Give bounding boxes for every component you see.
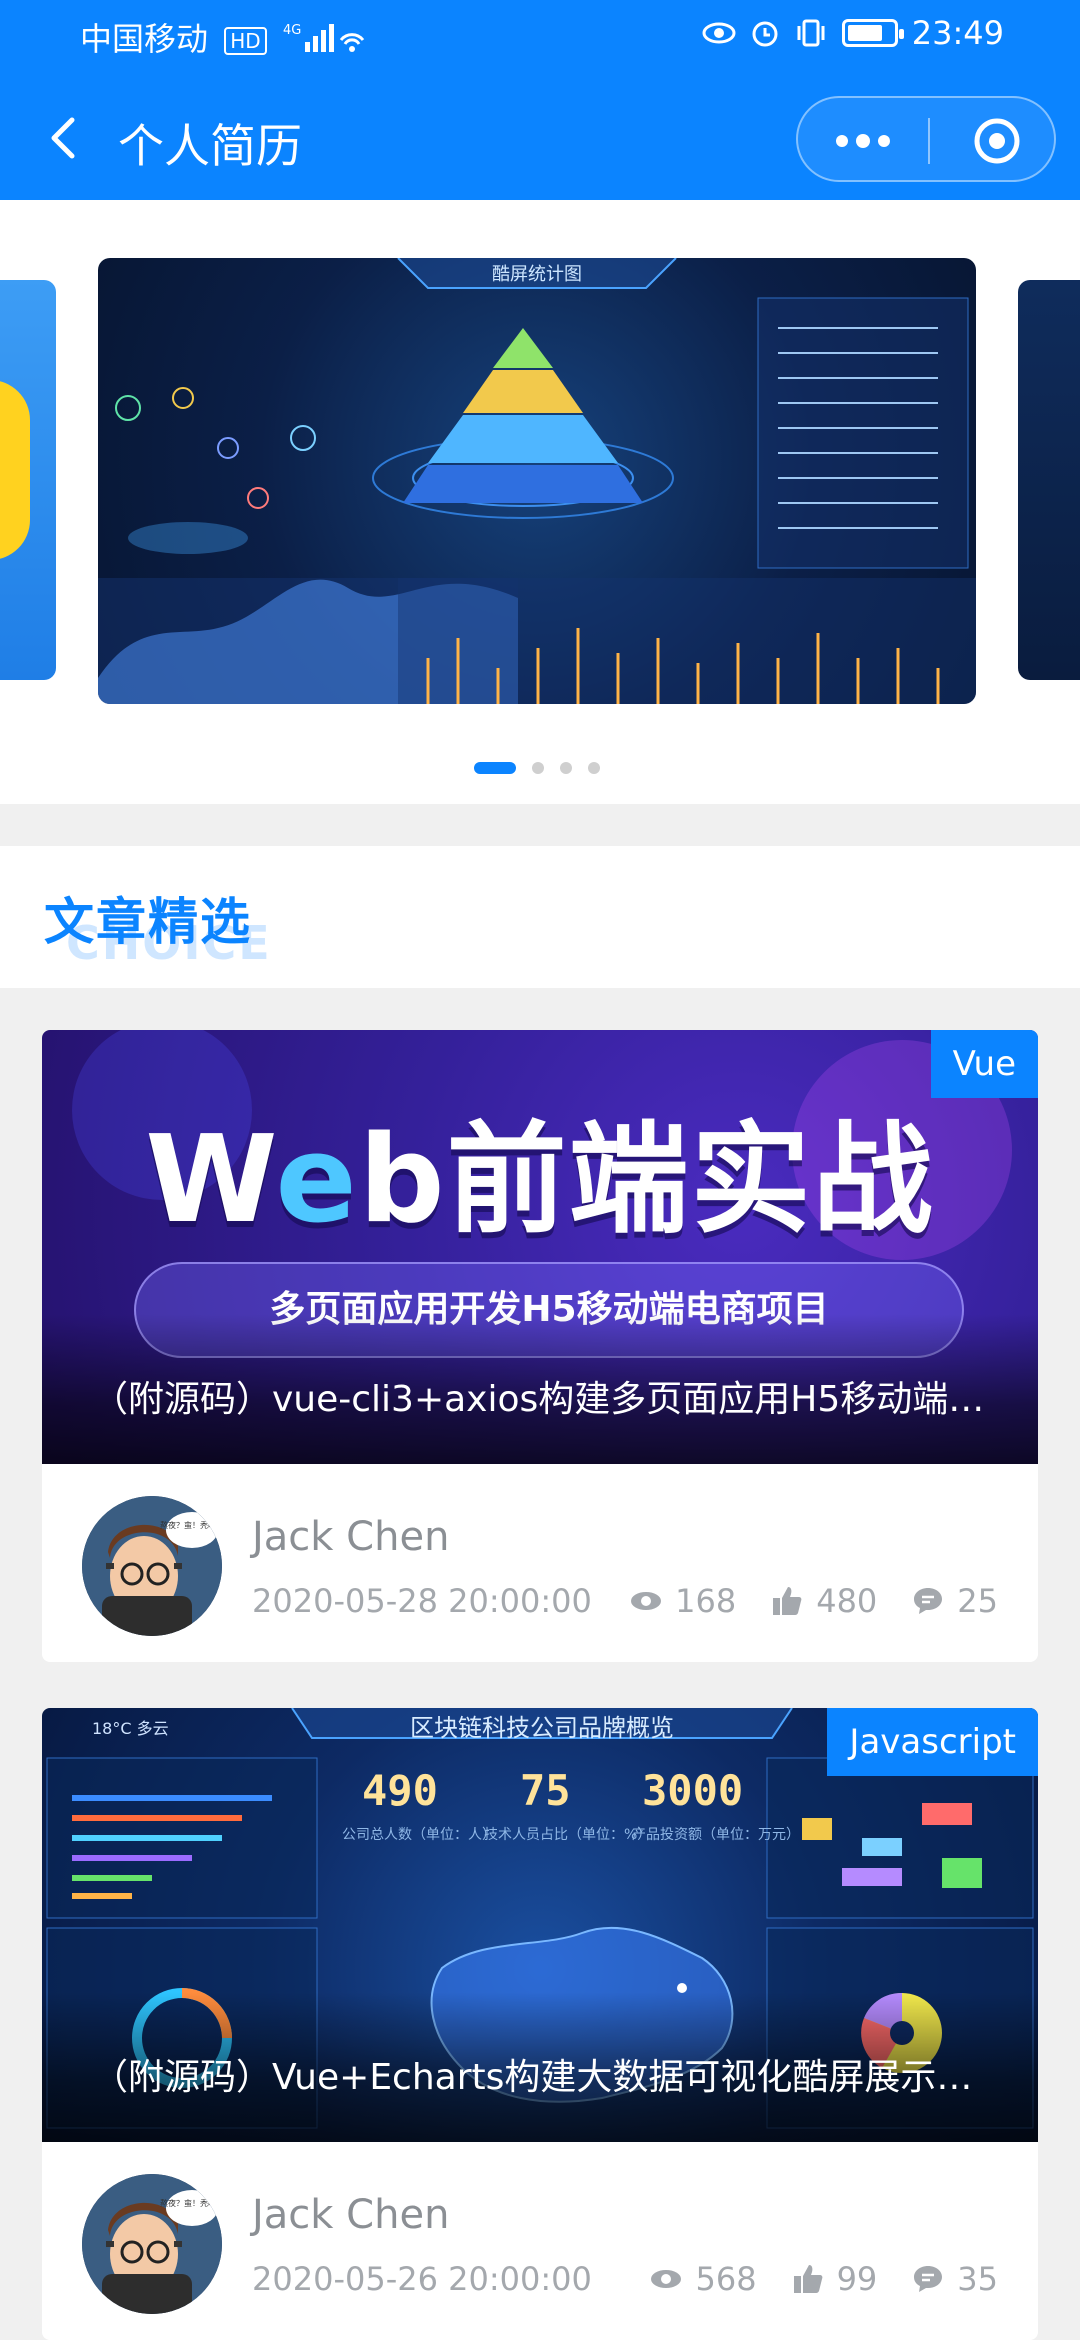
carousel-slide-prev[interactable] bbox=[0, 280, 56, 680]
signal-icon: 4G bbox=[283, 20, 367, 62]
cover-headline-w: W bbox=[145, 1111, 276, 1250]
views-count: 568 bbox=[695, 2260, 757, 2298]
eye-icon bbox=[649, 2262, 683, 2296]
thumbs-up-icon[interactable] bbox=[770, 1584, 804, 1618]
cover-headline: 区块链科技公司品牌概览 bbox=[410, 1714, 674, 1742]
carousel-slide-next[interactable] bbox=[1018, 280, 1080, 680]
carousel-slide-current[interactable]: 酷屏统计图 bbox=[98, 258, 976, 704]
comments-count: 25 bbox=[957, 1582, 998, 1620]
likes-count: 480 bbox=[816, 1582, 878, 1620]
article-title[interactable]: （附源码）Vue+Echarts构建大数据可视化酷屏展示… bbox=[92, 2048, 1012, 2100]
more-dots-icon bbox=[836, 135, 848, 147]
status-bar: 中国移动 HD 4G 23:49 bbox=[0, 0, 1080, 72]
top-bar: 中国移动 HD 4G 23:49 个人简历 bbox=[0, 0, 1080, 200]
more-button[interactable] bbox=[798, 98, 928, 184]
avatar-bubble-text: 熬夜？蛮！秃吗？ bbox=[160, 1520, 222, 1530]
carrier-info: 中国移动 HD 4G bbox=[80, 14, 367, 62]
carousel-dot-1[interactable] bbox=[474, 762, 516, 774]
target-close-icon bbox=[974, 118, 1020, 164]
article-tag[interactable]: Vue bbox=[930, 1030, 1038, 1098]
thumbs-up-icon[interactable] bbox=[791, 2262, 825, 2296]
alarm-icon bbox=[752, 21, 778, 47]
capsule-divider bbox=[928, 118, 930, 164]
publish-date: 2020-05-26 20:00:00 bbox=[252, 2260, 592, 2298]
carrier-name: 中国移动 bbox=[80, 20, 209, 58]
chevron-left-icon bbox=[51, 117, 75, 159]
eye-icon bbox=[702, 22, 736, 44]
cover-headline-e: e bbox=[275, 1111, 359, 1250]
page-title: 个人简历 bbox=[118, 119, 302, 173]
section-title: 文章精选 bbox=[44, 893, 252, 951]
views-count: 168 bbox=[675, 1582, 737, 1620]
close-mini-program-button[interactable] bbox=[936, 98, 1058, 184]
carousel-indicator bbox=[474, 762, 600, 774]
more-dots-icon-right bbox=[878, 135, 890, 147]
article-cover-image[interactable]: Web前端实战 多页面应用开发H5移动端电商项目 （附源码）vue-cli3+a… bbox=[42, 1030, 1038, 1464]
metric-label: 公司总人数（单位：人） bbox=[342, 1827, 496, 1843]
more-dots-icon-center bbox=[856, 134, 870, 148]
metric-value: 3000 bbox=[642, 1766, 744, 1815]
likes-count: 99 bbox=[836, 2260, 878, 2298]
article-title[interactable]: （附源码）vue-cli3+axios构建多页面应用H5移动端… bbox=[92, 1370, 1012, 1422]
mini-program-capsule bbox=[796, 96, 1056, 182]
article-stats: 168 480 25 bbox=[629, 1582, 998, 1620]
article-stats: 568 99 35 bbox=[649, 2260, 998, 2298]
author-avatar[interactable]: 熬夜？蛮！秃吗？ bbox=[82, 1496, 222, 1636]
avatar-illustration: 熬夜？蛮！秃吗？ bbox=[82, 1496, 222, 1636]
author-name[interactable]: Jack Chen bbox=[252, 2192, 449, 2238]
clock: 23:49 bbox=[911, 14, 1004, 52]
avatar-illustration: 熬夜？蛮！秃吗？ bbox=[82, 2174, 222, 2314]
author-avatar[interactable]: 熬夜？蛮！秃吗？ bbox=[82, 2174, 222, 2314]
author-name[interactable]: Jack Chen bbox=[252, 1514, 449, 1560]
comment-icon[interactable] bbox=[911, 2262, 945, 2296]
weather-text: 18°C 多云 bbox=[92, 1719, 169, 1738]
eye-icon bbox=[629, 1584, 663, 1618]
carousel-dot-2[interactable] bbox=[532, 762, 544, 774]
comments-count: 35 bbox=[957, 2260, 998, 2298]
metric-value: 75 bbox=[520, 1766, 571, 1815]
vibrate-icon bbox=[797, 19, 825, 47]
nav-bar: 个人简历 bbox=[0, 96, 1080, 182]
article-card[interactable]: 18°C 多云 区块链科技公司品牌概览 490 公司总人数（单位：人） 75 技… bbox=[42, 1708, 1038, 2340]
battery-icon bbox=[841, 19, 904, 47]
article-tag[interactable]: Javascript bbox=[827, 1708, 1038, 1776]
metric-label: 技术人员占比（单位：%） bbox=[484, 1827, 652, 1843]
cover-headline-rest: b前端实战 bbox=[358, 1111, 935, 1250]
comment-icon[interactable] bbox=[911, 1584, 945, 1618]
section-header: CHOICE 文章精选 bbox=[0, 846, 1080, 988]
hd-badge: HD bbox=[224, 27, 267, 55]
back-button[interactable] bbox=[38, 110, 90, 166]
avatar-bubble-text: 熬夜？蛮！秃吗？ bbox=[160, 2198, 222, 2208]
carousel-dot-4[interactable] bbox=[588, 762, 600, 774]
carousel-dot-3[interactable] bbox=[560, 762, 572, 774]
article-card[interactable]: Web前端实战 多页面应用开发H5移动端电商项目 （附源码）vue-cli3+a… bbox=[42, 1030, 1038, 1662]
status-right: 23:49 bbox=[702, 14, 1004, 52]
metric-label: 产品投资额（单位：万元） bbox=[632, 1827, 800, 1843]
banner-carousel[interactable]: 酷屏统计图 bbox=[0, 200, 1080, 804]
article-cover-image[interactable]: 18°C 多云 区块链科技公司品牌概览 490 公司总人数（单位：人） 75 技… bbox=[42, 1708, 1038, 2142]
slide-title: 酷屏统计图 bbox=[492, 264, 582, 285]
cover-headline: Web前端实战 bbox=[42, 1082, 1038, 1256]
metric-value: 490 bbox=[362, 1766, 438, 1815]
dashboard-preview-image: 酷屏统计图 bbox=[98, 258, 976, 704]
network-type: 4G bbox=[283, 23, 301, 38]
publish-date: 2020-05-28 20:00:00 bbox=[252, 1582, 592, 1620]
